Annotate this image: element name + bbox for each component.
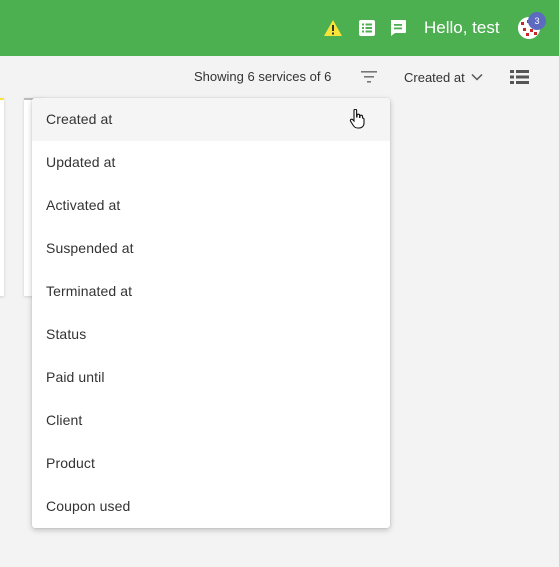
sort-option-coupon-used[interactable]: Coupon used — [32, 485, 390, 528]
sort-option-created-at[interactable]: Created at — [32, 98, 390, 141]
list-view-icon[interactable] — [510, 69, 529, 85]
sort-menu: Created at Updated at Activated at Suspe… — [32, 98, 390, 528]
service-card[interactable] — [0, 98, 4, 296]
sort-option-suspended-at[interactable]: Suspended at — [32, 227, 390, 270]
sort-label: Created at — [404, 69, 465, 85]
chevron-down-icon — [471, 73, 483, 81]
sort-dropdown-button[interactable]: Created at — [404, 68, 483, 86]
notification-badge[interactable]: 3 — [528, 12, 546, 30]
list-icon[interactable] — [357, 18, 377, 38]
filter-icon[interactable] — [360, 70, 378, 84]
sort-option-client[interactable]: Client — [32, 399, 390, 442]
sort-option-updated-at[interactable]: Updated at — [32, 141, 390, 184]
user-greeting[interactable]: Hello, test — [424, 17, 500, 39]
message-icon[interactable] — [388, 18, 408, 38]
services-count-text: Showing 6 services of 6 — [194, 69, 332, 84]
sort-option-paid-until[interactable]: Paid until — [32, 356, 390, 399]
sort-option-status[interactable]: Status — [32, 313, 390, 356]
sort-option-activated-at[interactable]: Activated at — [32, 184, 390, 227]
top-app-bar: Hello, test 3 — [0, 0, 559, 56]
sort-option-terminated-at[interactable]: Terminated at — [32, 270, 390, 313]
sort-option-product[interactable]: Product — [32, 442, 390, 485]
hand-cursor-icon — [349, 108, 365, 129]
warning-icon[interactable] — [323, 18, 343, 38]
